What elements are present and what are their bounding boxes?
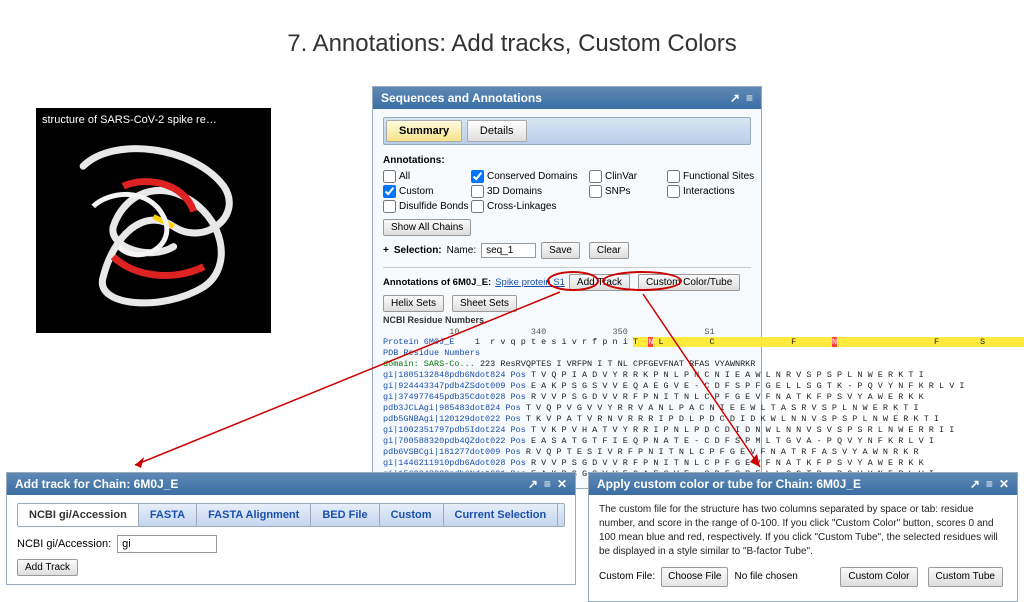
save-button[interactable]: Save [541,242,580,259]
menu-icon[interactable]: ≡ [746,91,753,105]
chk-disulfide[interactable]: Disulfide Bonds [383,200,463,213]
add-track-panel: Add track for Chain: 6M0J_E ↗ ≡ ✕ NCBI gi/… [6,472,576,585]
custom-color-panel: Apply custom color or tube for Chain: 6M… [588,472,1018,602]
name-label: Name: [447,245,476,256]
add-track-button[interactable]: Add Track [569,274,630,291]
custom-tube-button[interactable]: Custom Tube [928,567,1003,587]
tab-current-selection[interactable]: Current Selection [444,504,559,526]
chk-snps[interactable]: SNPs [589,185,659,198]
helix-sets-button[interactable]: Helix Sets [383,295,444,312]
close-icon[interactable]: ✕ [557,477,567,491]
expand-icon[interactable]: ↗ [970,477,980,491]
selection-name-input[interactable] [481,243,536,258]
seq-header-title: Sequences and Annotations [381,91,542,105]
tab-fasta-align[interactable]: FASTA Alignment [197,504,311,526]
custom-color-header: Apply custom color or tube for Chain: 6M… [597,477,861,491]
menu-icon[interactable]: ≡ [544,477,551,491]
chk-3d[interactable]: 3D Domains [471,185,581,198]
ncbi-field-label: NCBI gi/Accession: [17,538,111,550]
choose-file-button[interactable]: Choose File [661,567,728,587]
tab-details[interactable]: Details [467,120,527,142]
add-track-tabs: NCBI gi/Accession FASTA FASTA Alignment … [17,503,565,527]
chk-all[interactable]: All [383,170,463,183]
structure-caption: structure of SARS-CoV-2 spike re… [42,114,217,126]
protein-ribbon [42,126,265,327]
tab-fasta[interactable]: FASTA [139,504,197,526]
selection-label: Selection: [394,245,442,256]
expand-icon[interactable]: ↗ [730,91,740,105]
expand-icon[interactable]: ↗ [528,477,538,491]
page-title: 7. Annotations: Add tracks, Custom Color… [0,0,1024,70]
sequence-ruler: 10 340 350 S1 [383,327,751,337]
close-icon[interactable]: ✕ [999,477,1009,491]
chk-custom[interactable]: Custom [383,185,463,198]
spike-link[interactable]: Spike protein S1 [495,277,565,288]
no-file-text: No file chosen [734,570,797,584]
menu-icon[interactable]: ≡ [986,477,993,491]
custom-color-button[interactable]: Custom Color [840,567,917,587]
annot-of-label: Annotations of 6M0J_E: [383,277,491,288]
sequences-panel: Sequences and Annotations ↗ ≡ Summary Det… [372,86,762,489]
chk-conserved[interactable]: Conserved Domains [471,170,581,183]
sequence-block: Protein 6M0J_E 1 r v q p t e s i v r f p… [383,337,751,480]
add-track-submit[interactable]: Add Track [17,559,78,576]
tab-ncbi[interactable]: NCBI gi/Accession [18,504,139,526]
ncbi-field-input[interactable] [117,535,217,553]
tab-bed[interactable]: BED File [311,504,379,526]
custom-color-tube-button[interactable]: Custom Color/Tube [638,274,740,291]
tab-custom[interactable]: Custom [380,504,444,526]
sheet-sets-button[interactable]: Sheet Sets [452,295,517,312]
show-all-chains-button[interactable]: Show All Chains [383,219,471,236]
chk-cross[interactable]: Cross-Linkages [471,200,581,213]
tab-summary[interactable]: Summary [386,120,462,142]
structure-viewer[interactable]: structure of SARS-CoV-2 spike re… [36,108,271,333]
custom-color-desc: The custom file for the structure has tw… [599,503,1007,559]
chk-functional[interactable]: Functional Sites [667,170,767,183]
chk-interactions[interactable]: Interactions [667,185,767,198]
clear-button[interactable]: Clear [589,242,629,259]
ncbi-residue-label: NCBI Residue Numbers [383,315,484,325]
add-track-header: Add track for Chain: 6M0J_E [15,477,178,491]
custom-file-label: Custom File: [599,570,655,584]
annotations-label: Annotations: [383,155,751,166]
chk-clinvar[interactable]: ClinVar [589,170,659,183]
